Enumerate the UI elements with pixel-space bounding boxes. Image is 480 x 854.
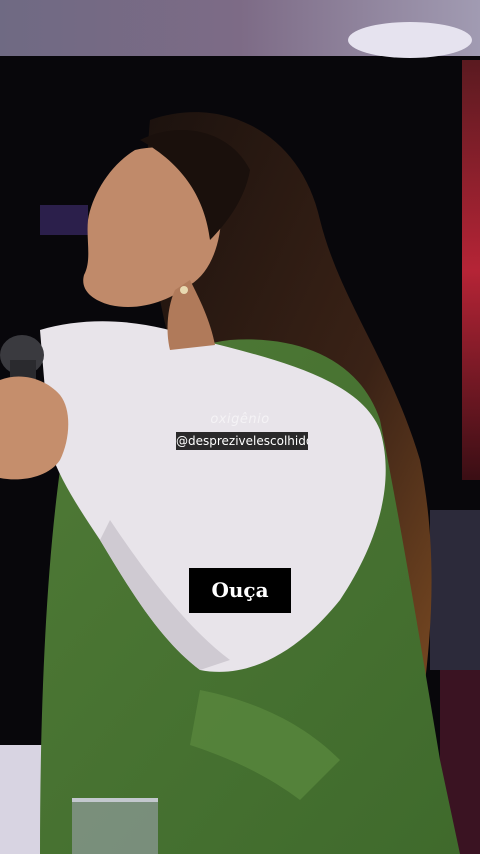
video-frame[interactable]: oxigênio @desprezivelescolhido Ouça xyxy=(0,0,480,854)
caption-subtitle: Ouça xyxy=(189,568,291,613)
watermark-brand-text: oxigênio xyxy=(210,412,270,427)
watermark-handle-label: @desprezivelescolhido xyxy=(176,432,308,450)
performer-scene-image xyxy=(0,0,480,854)
